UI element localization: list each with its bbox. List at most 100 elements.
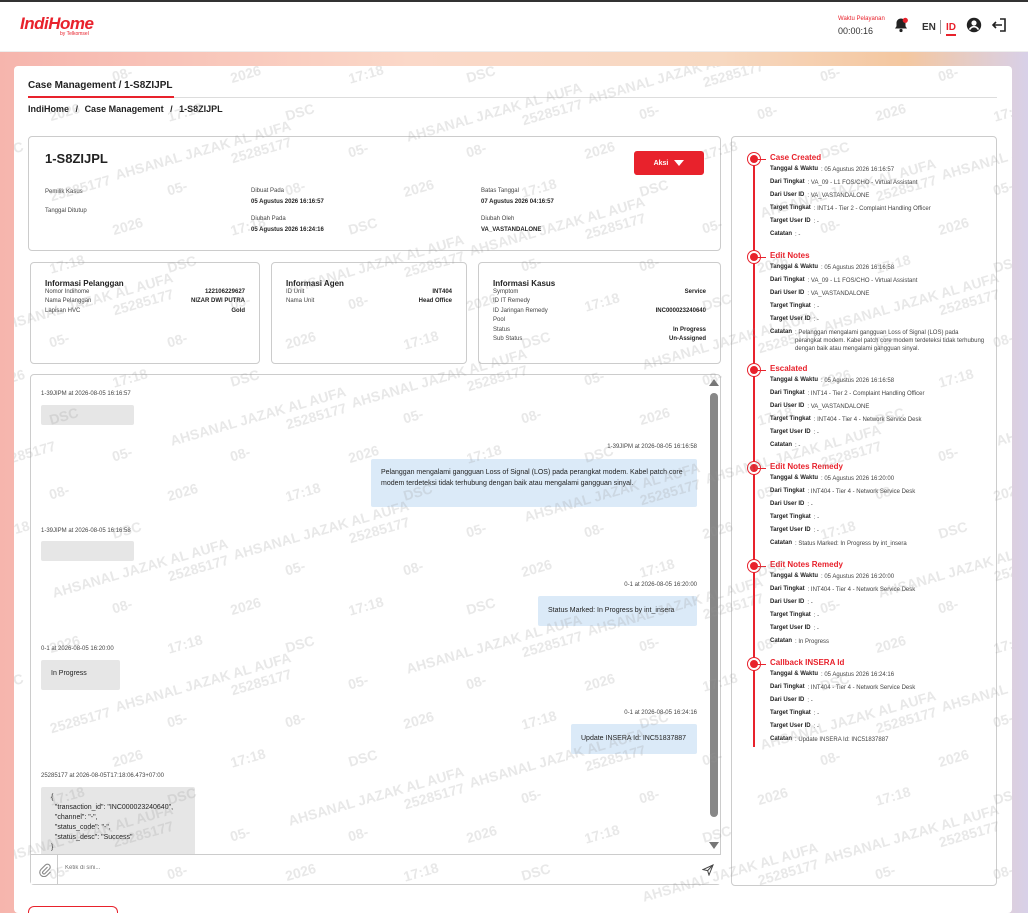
- timeline-row: Tanggal & Waktu: 05 Agustus 2026 16:20:0…: [770, 475, 895, 482]
- timeline-row: Tanggal & Waktu: 05 Agustus 2026 16:16:5…: [770, 166, 895, 173]
- timeline-event-title: Edit Notes: [770, 251, 810, 260]
- scroll-down-icon[interactable]: [709, 842, 719, 849]
- watermark-text: AHSANAL JAZAK AL AUFA: [585, 66, 765, 107]
- watermark-text: 2026: [873, 100, 908, 124]
- scroll-up-icon[interactable]: [709, 379, 719, 386]
- watermark-text: DSC: [14, 670, 26, 694]
- timeline-row: Dari Tingkat: VA_09 - L1 FOS/CHO - Virtu…: [770, 277, 918, 284]
- batas-label: Batas Tanggal: [481, 188, 519, 194]
- lang-id-button[interactable]: ID: [946, 22, 956, 36]
- info-row: Lapisan HVC Gold: [45, 308, 245, 314]
- info-row: Nama Unit Head Office: [286, 298, 452, 304]
- timeline-row: Dari Tingkat: INT14 - Tier 2 - Complaint…: [770, 390, 925, 397]
- info-row: Sub Status Un-Assigned: [493, 336, 706, 342]
- breadcrumb-sep: /: [75, 104, 79, 114]
- chat-panel: 1-39JIPM at 2026-08-05 16:16:57 1-39JIPM…: [30, 374, 721, 885]
- pemilik-label: Pemilik Kasus: [45, 189, 83, 195]
- message-input[interactable]: [65, 859, 665, 877]
- message-bubble: In Progress: [41, 660, 120, 690]
- timeline-row: Dari Tingkat: INT404 - Tier 4 - Network …: [770, 488, 916, 495]
- watermark-text: 08-: [14, 747, 17, 769]
- message-meta: 25285177 at 2026-08-05T17:18:06.473+07:0…: [41, 773, 164, 779]
- case-summary-panel: 1-S8ZIJPL Pemilik Kasus Tanggal Ditutup …: [28, 136, 721, 251]
- message-meta: 0-1 at 2026-08-05 16:24:16: [624, 710, 697, 716]
- info-row: ID Jaringan Remedy INC000023240640: [493, 308, 706, 314]
- chat-composer: [31, 854, 721, 885]
- pelanggan-title: Informasi Pelanggan: [45, 279, 124, 288]
- info-row: Status In Progress: [493, 327, 706, 333]
- aksi-label: Aksi: [653, 159, 669, 167]
- kasus-panel: Informasi Kasus Symptom Service ID IT Rem…: [478, 262, 721, 364]
- timeline-row: Target Tingkat: -: [770, 514, 820, 521]
- watermark-text: 05-: [818, 66, 843, 85]
- info-row: Symptom Service: [493, 289, 706, 295]
- bell-icon[interactable]: [893, 17, 909, 33]
- info-row: Nama Pelanggan NIZAR DWI PUTRA: [45, 298, 245, 304]
- timeline-row: Dari Tingkat: INT404 - Tier 4 - Network …: [770, 684, 916, 691]
- breadcrumb-indihome[interactable]: IndiHome: [28, 104, 69, 114]
- watermark-text: 17:18: [14, 517, 32, 543]
- timer-value: 00:00:16: [838, 26, 874, 36]
- watermark-text: AHSANAL JAZAK AL AUFA: [404, 79, 584, 145]
- watermark-text: 08-: [755, 101, 780, 123]
- timeline-row: Catatan: In Progress: [770, 638, 830, 645]
- info-row: Nomor Indihome 122106229627: [45, 289, 245, 295]
- timeline-row: Catatan: Status Marked: In Progress by i…: [770, 540, 907, 547]
- case-id: 1-S8ZIJPL: [45, 151, 108, 166]
- chat-scrollbar[interactable]: [709, 379, 719, 849]
- scroll-thumb[interactable]: [710, 393, 718, 817]
- timeline-row: Target User ID: -: [770, 527, 819, 534]
- timeline-event-title: Edit Notes Remedy: [770, 560, 843, 569]
- timeline-row: Tanggal & Waktu: 05 Agustus 2026 16:16:5…: [770, 377, 895, 384]
- timeline-row: Catatan: Update INSERA Id: INC51837887: [770, 736, 889, 743]
- timer-label: Waktu Pelayanan: [838, 16, 885, 22]
- aksi-button[interactable]: Aksi: [634, 151, 704, 175]
- batas-value: 07 Agustus 2026 04:16:57: [481, 199, 554, 205]
- timeline-row: Dari Tingkat: INT404 - Tier 4 - Network …: [770, 586, 916, 593]
- indihome-logo[interactable]: IndiHome by Telkomsel: [20, 14, 94, 37]
- agen-title: Informasi Agen: [286, 279, 344, 288]
- paperclip-icon[interactable]: [37, 862, 53, 878]
- caret-down-icon: [674, 160, 685, 166]
- breadcrumb-case-id: 1-S8ZIJPL: [179, 104, 223, 114]
- lang-en-button[interactable]: EN: [922, 22, 936, 33]
- agen-panel: Informasi Agen ID Unit INT404 Nama Unit He…: [271, 262, 467, 364]
- send-icon[interactable]: [700, 862, 716, 878]
- message-meta: 1-39JIPM at 2026-08-05 16:16:57: [41, 391, 131, 397]
- diubah-oleh-value: VA_VASTANDALONE: [481, 227, 542, 233]
- dibuat-label: Dibuat Pada: [251, 188, 285, 194]
- timeline-row: Dari Tingkat: VA_09 - L1 FOS/CHO - Virtu…: [770, 179, 918, 186]
- message-meta: 1-39JIPM at 2026-08-05 16:16:58: [41, 528, 131, 534]
- message-bubble: Status Marked: In Progress by int_insera: [538, 596, 697, 626]
- watermark-text: 25285177: [701, 66, 766, 91]
- watermark-text: 17:18: [991, 99, 1012, 125]
- ditutup-label: Tanggal Ditutup: [45, 208, 87, 214]
- message-meta: 1-39JIPM at 2026-08-05 16:16:58: [607, 444, 697, 450]
- page-title: Case Management / 1-S8ZIJPL: [28, 80, 173, 91]
- watermark-text: 05-: [14, 595, 17, 617]
- title-underline: [28, 96, 174, 98]
- breadcrumb-case-management[interactable]: Case Management: [85, 104, 164, 114]
- lang-divider: [940, 20, 941, 34]
- watermark-text: 08-: [936, 66, 961, 85]
- timeline-row: Target User ID: -: [770, 429, 819, 436]
- watermark-text: DSC: [464, 66, 498, 86]
- chat-scroll-area[interactable]: 1-39JIPM at 2026-08-05 16:16:57 1-39JIPM…: [31, 375, 721, 855]
- composer-divider: [57, 855, 58, 885]
- dibuat-value: 05 Agustus 2026 16:16:57: [251, 199, 324, 205]
- timeline-event-title: Edit Notes Remedy: [770, 462, 843, 471]
- logout-icon[interactable]: [991, 17, 1007, 33]
- user-icon[interactable]: [966, 17, 982, 33]
- breadcrumb-sep: /: [170, 104, 173, 114]
- timeline-row: Target User ID: -: [770, 218, 819, 225]
- timeline-row: Target User ID: -: [770, 723, 819, 730]
- service-timer: Waktu Pelayanan 00:00:16: [838, 16, 885, 36]
- timeline-event-title: Escalated: [770, 364, 808, 373]
- timeline-row: Catatan: -: [770, 442, 801, 449]
- timeline-row: Tanggal & Waktu: 05 Agustus 2026 16:16:5…: [770, 264, 895, 271]
- timeline-row: Target User ID: -: [770, 625, 819, 632]
- timeline-row: Dari User ID: VA_VASTANDALONE: [770, 290, 870, 297]
- message-bubble: [41, 541, 134, 561]
- timeline-event-title: Callback INSERA Id: [770, 658, 845, 667]
- bottom-action-button[interactable]: [28, 906, 118, 913]
